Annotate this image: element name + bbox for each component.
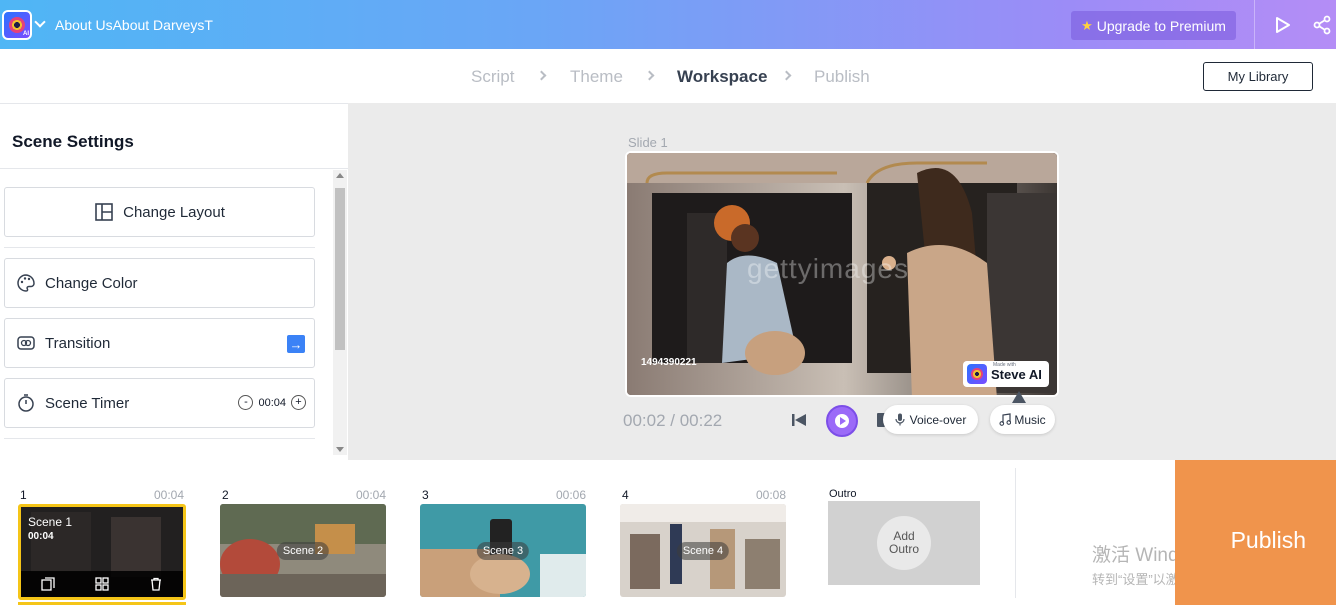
stock-id: 1494390221 — [641, 357, 697, 368]
slide-preview[interactable]: gettyimages 1494390221 Made with Steve A… — [625, 151, 1059, 397]
scene-title: Scene 4 — [676, 541, 730, 560]
layout-icon — [95, 203, 113, 221]
palette-icon — [16, 273, 36, 293]
timer-icon — [16, 393, 36, 413]
transition-button[interactable]: Transition → — [4, 318, 315, 368]
transition-label: Transition — [45, 334, 111, 352]
step-script[interactable]: Script — [471, 67, 514, 87]
scene-number: 3 — [422, 488, 429, 502]
playback-time: 00:02 / 00:22 — [623, 411, 722, 431]
voice-over-button[interactable]: Voice-over — [883, 405, 978, 434]
divider — [4, 247, 315, 248]
steps-nav: Script Theme Workspace Publish My Librar… — [0, 49, 1336, 103]
add-outro-button[interactable]: Add Outro — [877, 516, 931, 570]
outro-label: Outro — [829, 488, 857, 500]
scene-timer-label: Scene Timer — [45, 394, 130, 412]
scene-duration: 00:04 — [355, 488, 386, 502]
step-theme[interactable]: Theme — [570, 67, 623, 87]
layout-grid-icon[interactable] — [95, 577, 109, 591]
scene-settings-panel: Scene Settings Change Layout Change Colo… — [0, 103, 348, 460]
timer-decrease-button[interactable]: - — [238, 395, 254, 410]
microphone-icon — [895, 413, 905, 426]
preview-play-icon[interactable] — [1272, 15, 1292, 35]
add-outro-area[interactable]: Add Outro — [828, 501, 980, 585]
play-button[interactable] — [826, 405, 858, 437]
scene-duration: 00:08 — [755, 488, 786, 502]
trash-icon[interactable] — [149, 577, 163, 591]
chevron-down-icon[interactable] — [34, 16, 46, 28]
my-library-button[interactable]: My Library — [1203, 62, 1313, 91]
transition-icon — [16, 333, 36, 353]
scene-title: Scene 2 — [276, 541, 330, 560]
music-label: Music — [1014, 412, 1046, 427]
arrow-right-icon[interactable]: → — [287, 335, 305, 353]
star-icon: ★ — [1081, 17, 1093, 33]
scene-toolbar — [21, 571, 183, 597]
chevron-right-icon — [781, 70, 792, 81]
scene-duration: 00:04 — [153, 488, 184, 502]
scroll-down-arrow-icon[interactable] — [336, 447, 344, 452]
step-workspace[interactable]: Workspace — [677, 67, 767, 87]
badge-made-with: Made with — [993, 362, 1016, 368]
chevron-right-icon — [644, 70, 655, 81]
change-layout-button[interactable]: Change Layout — [4, 187, 315, 237]
voice-over-label: Voice-over — [909, 412, 967, 427]
badge-label: Steve AI — [991, 366, 1042, 382]
scene-thumbnail[interactable]: Scene 2 — [220, 504, 386, 597]
panel-title: Scene Settings — [12, 132, 134, 151]
steve-ai-logo-icon — [967, 364, 987, 384]
project-title[interactable]: About UsAbout DarveysTh — [55, 17, 213, 33]
panel-scrollbar[interactable] — [333, 170, 347, 455]
music-note-icon — [999, 413, 1012, 426]
time-separator: / — [665, 411, 680, 430]
publish-button[interactable]: Publish — [1175, 460, 1336, 605]
topbar-divider — [1254, 0, 1255, 49]
top-bar: AI About UsAbout DarveysTh ★ Upgrade to … — [0, 0, 1336, 49]
scene-title: Scene 1 — [28, 515, 73, 529]
music-button[interactable]: Music — [990, 405, 1055, 434]
scroll-thumb[interactable] — [335, 188, 345, 350]
scene-number: 2 — [222, 488, 229, 502]
slide-label: Slide 1 — [628, 135, 668, 150]
scene-thumbnail[interactable]: Scene 1 00:04 — [18, 504, 186, 600]
steve-ai-logo-icon[interactable]: AI — [2, 10, 32, 40]
divider — [4, 438, 315, 439]
pointer-triangle-icon — [1012, 391, 1026, 403]
share-icon[interactable] — [1312, 15, 1332, 35]
scene-title: Scene 3 — [476, 541, 530, 560]
upgrade-label: Upgrade to Premium — [1096, 17, 1226, 34]
workspace-canvas: Slide 1 gettyimages 1494390221 Made with… — [348, 103, 1336, 460]
upgrade-to-premium-button[interactable]: ★ Upgrade to Premium — [1071, 11, 1236, 40]
play-icon — [835, 414, 849, 428]
scene-number: 4 — [622, 488, 629, 502]
scene-time: 00:04 — [28, 531, 54, 542]
skip-back-icon[interactable] — [791, 413, 807, 427]
scene-number: 1 — [20, 488, 27, 502]
step-publish[interactable]: Publish — [814, 67, 870, 87]
steve-ai-badge: Made with Steve AI — [963, 361, 1049, 387]
scroll-up-arrow-icon[interactable] — [336, 173, 344, 178]
stock-watermark: gettyimages — [747, 253, 909, 284]
timeline-divider — [1015, 468, 1016, 598]
time-current: 00:02 — [623, 411, 666, 430]
change-color-button[interactable]: Change Color — [4, 258, 315, 308]
change-color-label: Change Color — [45, 274, 138, 292]
change-layout-label: Change Layout — [123, 203, 225, 221]
scene-thumbnail[interactable]: Scene 3 — [420, 504, 586, 597]
time-total: 00:22 — [679, 411, 723, 430]
duplicate-icon[interactable] — [41, 577, 55, 591]
timer-value: 00:04 — [258, 396, 286, 409]
panel-divider — [0, 168, 348, 169]
timer-stepper: - 00:04 + — [238, 395, 306, 410]
scene-thumbnail[interactable]: Scene 4 — [620, 504, 786, 597]
chevron-right-icon — [536, 70, 547, 81]
scene-duration: 00:06 — [555, 488, 586, 502]
scene-timer-row: Scene Timer - 00:04 + — [4, 378, 315, 428]
scene-timeline: 1 00:04 Scene 1 00:04 2 00:04 Scene 2 3 … — [0, 460, 1175, 605]
timer-increase-button[interactable]: + — [291, 395, 306, 410]
add-outro-line2: Outro — [888, 542, 919, 556]
